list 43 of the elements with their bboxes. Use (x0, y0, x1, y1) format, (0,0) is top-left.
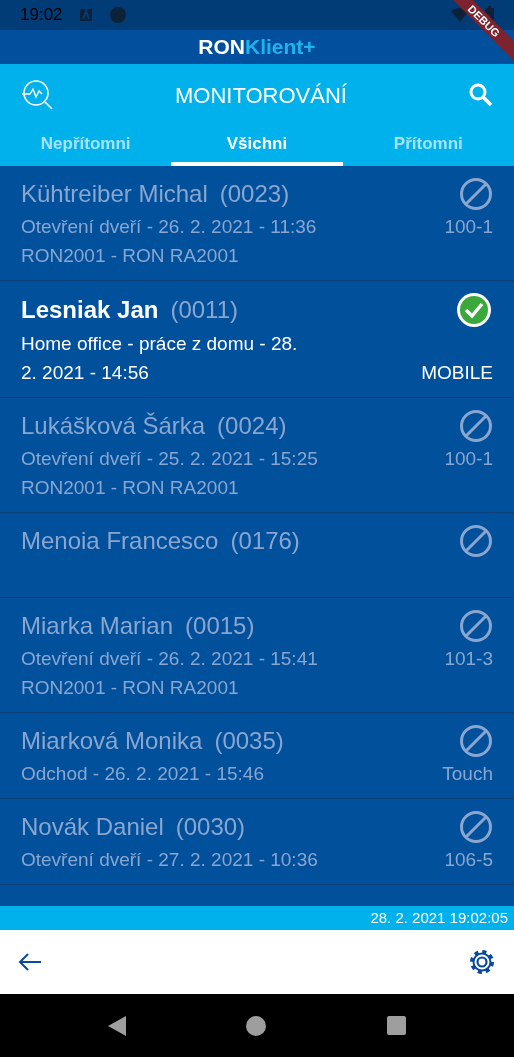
back-nav-icon[interactable] (108, 1015, 127, 1036)
reader-text: RON2001 - RON RA2001 (21, 476, 240, 500)
person-code: (0035) (214, 726, 284, 756)
event-text: Home office - práce z domu - 28. 2. 2021 - 14:56 (21, 332, 299, 385)
device-label: 106-5 (444, 848, 493, 872)
back-arrow-icon[interactable] (18, 952, 42, 972)
tab[interactable]: Nepřítomni (0, 126, 172, 166)
person-code: (0015) (185, 611, 255, 641)
event-text: Otevření dveří - 27. 2. 2021 - 10:36 (21, 848, 318, 872)
event-text: Odchod - 26. 2. 2021 - 15:46 (21, 762, 264, 786)
person-name: Lukášková Šárka (21, 411, 206, 441)
person-name: Miarka Marian (21, 611, 174, 641)
person-code: (0011) (170, 295, 238, 325)
person-code: (0024) (217, 411, 287, 441)
device-label: Touch (442, 762, 493, 786)
reader-text: RON2001 - RON RA2001 (21, 676, 240, 700)
event-text: Otevření dveří - 25. 2. 2021 - 15:25 (21, 447, 318, 471)
app-title: MONITOROVÁNÍ (175, 81, 347, 110)
home-nav-icon[interactable] (246, 1015, 267, 1036)
recents-nav-icon[interactable] (386, 1016, 406, 1035)
person-code: (0176) (230, 526, 300, 556)
tab[interactable]: Přítomni (342, 126, 514, 166)
person-code: (0030) (175, 812, 246, 842)
device-label: MOBILE (421, 361, 493, 385)
person-name: Menoia Francesco (21, 526, 219, 556)
settings-icon[interactable] (468, 948, 496, 976)
event-text: Otevření dveří - 26. 2. 2021 - 15:41 (21, 647, 318, 671)
timestamp: 28. 2. 2021 19:02:05 (370, 907, 508, 928)
person-name: Miarková Monika (21, 726, 203, 756)
person-code: (0023) (219, 179, 290, 209)
device-label: 101-3 (444, 647, 493, 671)
reader-text: RON2001 - RON RA2001 (21, 244, 240, 268)
device-label: 100-1 (444, 215, 493, 239)
person-name: Novák Daniel (21, 812, 164, 842)
tab[interactable]: Všichni (171, 126, 343, 166)
person-name: Kühtreiber Michal (21, 179, 208, 209)
brand-logo-text: RON (198, 34, 246, 61)
status-time: 19:02 (20, 4, 63, 27)
device-label: 100-1 (444, 447, 493, 471)
notification-icon (78, 8, 93, 22)
person-name: Lesniak Jan (21, 295, 159, 325)
brand-logo-text: Klient+ (245, 34, 316, 61)
event-text: Otevření dveří - 26. 2. 2021 - 11:36 (21, 215, 317, 239)
